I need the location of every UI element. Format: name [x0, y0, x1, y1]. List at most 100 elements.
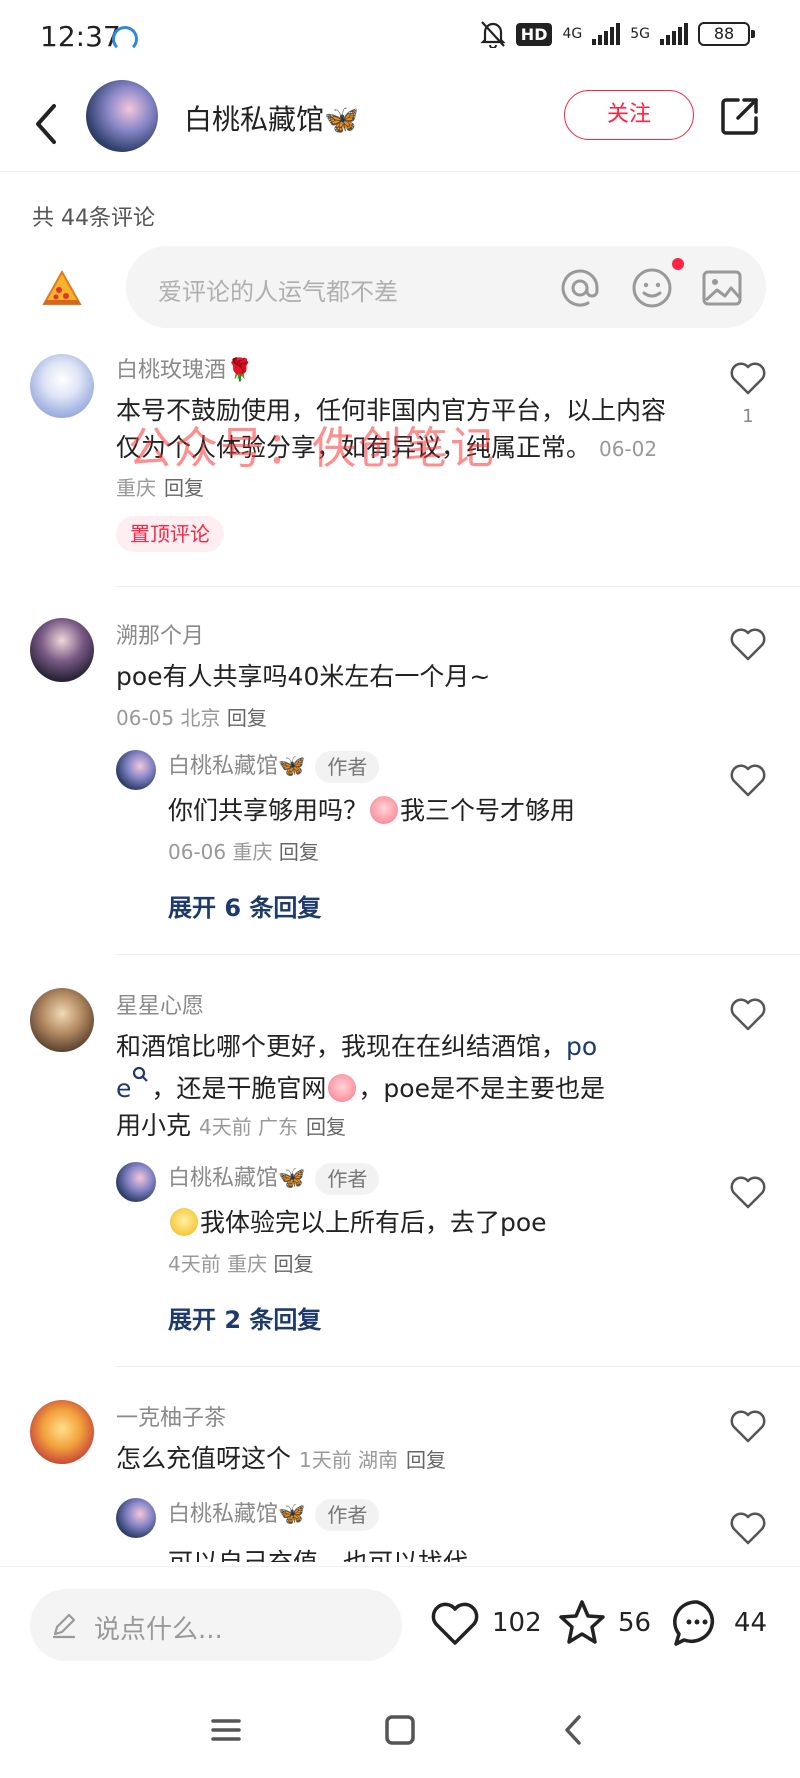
hd-badge: HD — [515, 22, 553, 46]
commenter-name[interactable]: 星星心愿 — [116, 988, 204, 1020]
notification-dot — [672, 258, 684, 270]
comment-text[interactable]: 怎么充值呀这个 1天前 湖南 回复 — [116, 1440, 682, 1479]
commenter-avatar[interactable] — [30, 988, 94, 1052]
author-avatar[interactable] — [86, 80, 158, 152]
status-bar: 12:37 HD 4G 5G 88 — [0, 0, 800, 76]
app-notification-icon — [112, 26, 138, 52]
reply-link[interactable]: 回复 — [227, 706, 267, 730]
reply-user[interactable]: 白桃私藏馆🦋 作者 — [168, 1160, 380, 1195]
reply-text[interactable]: 我体验完以上所有后，去了poe — [168, 1204, 688, 1241]
share-icon[interactable] — [718, 94, 762, 138]
collect-button[interactable]: 56 — [556, 1593, 651, 1653]
comment-text[interactable]: 本号不鼓励使用，任何非国内官方平台，以上内容仅为个人体验分享，如有异议，纯属正常… — [116, 392, 682, 507]
reply-text[interactable]: 你们共享够用吗？ 我三个号才够用 — [168, 792, 688, 829]
bottom-action-bar: 说点什么... 102 56 44 — [0, 1566, 800, 1682]
reply-link[interactable]: 回复 — [306, 1115, 346, 1139]
reply-text-part1: 你们共享够用吗？ — [168, 796, 369, 825]
comment-text[interactable]: poe有人共享吗40米左右一个月~ — [116, 658, 682, 695]
pinned-comment-tag: 置顶评论 — [116, 516, 224, 552]
author-name[interactable]: 白桃私藏馆🦋 — [184, 98, 359, 138]
comment-body: 本号不鼓励使用，任何非国内官方平台，以上内容仅为个人体验分享，如有异议，纯属正常… — [116, 396, 667, 462]
like-heart-icon[interactable] — [728, 1172, 768, 1212]
reply-link[interactable]: 回复 — [273, 1252, 313, 1276]
reply-avatar[interactable] — [116, 1498, 156, 1538]
author-tag: 作者 — [315, 1499, 380, 1531]
follow-button[interactable]: 关注 — [564, 90, 694, 140]
comment-input-placeholder: 爱评论的人运气都不差 — [158, 278, 398, 306]
reply-link[interactable]: 回复 — [406, 1448, 446, 1472]
menu-icon[interactable] — [208, 1712, 244, 1748]
comment-body: 怎么充值呀这个 — [116, 1444, 292, 1473]
network-4g: 4G — [562, 26, 583, 42]
network-5g: 5G — [630, 26, 650, 42]
signal-icon-2 — [660, 23, 688, 45]
commenter-name[interactable]: 溯那个月 — [116, 618, 204, 650]
reply-text[interactable]: 可以自己充值，也可以找代 — [168, 1544, 688, 1562]
author-tag: 作者 — [315, 751, 380, 783]
comment-bubble-icon — [673, 1600, 715, 1646]
comment-count-bottom: 44 — [734, 1608, 768, 1638]
like-heart-icon[interactable] — [728, 760, 768, 800]
status-icons: HD 4G 5G 88 — [480, 20, 755, 48]
reply-link[interactable]: 回复 — [164, 476, 204, 500]
reply-user[interactable]: 白桃私藏馆🦋 作者 — [168, 1496, 380, 1531]
divider — [116, 586, 800, 587]
smile-emoji-icon — [170, 1208, 198, 1236]
emoji-icon[interactable] — [630, 266, 674, 310]
star-icon — [559, 1600, 605, 1644]
comment-count: 共 44条评论 — [32, 206, 155, 231]
reply-user-name: 白桃私藏馆🦋 — [168, 1502, 306, 1527]
comment-meta: 1天前 湖南 — [298, 1448, 399, 1472]
reply-user-name: 白桃私藏馆🦋 — [168, 1166, 306, 1191]
comment-button[interactable]: 44 — [670, 1593, 767, 1653]
system-nav-bar — [0, 1682, 800, 1778]
signal-icon — [592, 23, 621, 45]
like-button[interactable]: 102 — [428, 1593, 542, 1653]
status-time: 12:37 — [40, 20, 121, 53]
reply-text-body: 我体验完以上所有后，去了poe — [200, 1208, 547, 1237]
pencil-icon — [52, 1613, 76, 1639]
reply-link[interactable]: 回复 — [279, 840, 319, 864]
divider — [116, 1366, 800, 1367]
reply-meta: 4天前 重庆 回复 — [168, 1248, 313, 1277]
heart-icon — [431, 1602, 479, 1645]
like-heart-icon[interactable] — [728, 1508, 768, 1548]
like-heart-icon[interactable] — [728, 1406, 768, 1446]
crying-emoji-icon — [370, 796, 399, 824]
search-link-icon[interactable] — [131, 1065, 151, 1085]
bottom-comment-input[interactable]: 说点什么... — [30, 1589, 402, 1661]
commenter-name[interactable]: 一克柚子茶 — [116, 1400, 226, 1432]
commenter-avatar[interactable] — [30, 354, 94, 418]
like-heart-icon[interactable] — [728, 358, 768, 398]
reply-avatar[interactable] — [116, 1162, 156, 1202]
pizza-icon — [42, 269, 82, 305]
like-heart-icon[interactable] — [728, 994, 768, 1034]
comment-input[interactable]: 爱评论的人运气都不差 — [126, 246, 766, 328]
expand-replies-link[interactable]: 展开 2 条回复 — [168, 1300, 321, 1335]
reply-avatar[interactable] — [116, 750, 156, 790]
bottom-input-placeholder: 说点什么... — [94, 1615, 223, 1645]
commenter-avatar[interactable] — [30, 618, 94, 682]
reply-user[interactable]: 白桃私藏馆🦋 作者 — [168, 748, 380, 783]
back-icon[interactable] — [26, 96, 66, 152]
poe-link-cont[interactable]: e — [116, 1074, 131, 1103]
back-nav-icon[interactable] — [556, 1712, 592, 1748]
reply-meta: 06-06 重庆 回复 — [168, 836, 319, 865]
like-heart-icon[interactable] — [728, 624, 768, 664]
poe-link[interactable]: po — [566, 1032, 597, 1061]
comment-text-part2: ，还是干脆官网 — [151, 1074, 327, 1103]
image-icon[interactable] — [700, 266, 744, 310]
expand-replies-link[interactable]: 展开 6 条回复 — [168, 888, 321, 923]
comment-text[interactable]: 和酒馆比哪个更好，我现在在纠结酒馆，po e ，还是干脆官网 ，poe是不是主要也是用… — [116, 1028, 682, 1146]
comment-meta: 06-05 北京 回复 — [116, 702, 267, 731]
mention-icon[interactable] — [558, 266, 602, 310]
crying-emoji-icon — [328, 1074, 357, 1102]
like-count: 102 — [492, 1608, 542, 1638]
commenter-avatar[interactable] — [30, 1400, 94, 1464]
reply-meta-text: 4天前 重庆 — [168, 1252, 268, 1276]
comment-text-part1: 和酒馆比哪个更好，我现在在纠结酒馆， — [116, 1032, 567, 1061]
commenter-name[interactable]: 白桃玫瑰酒🌹 — [116, 352, 253, 384]
author-tag: 作者 — [315, 1163, 380, 1195]
collect-count: 56 — [618, 1608, 652, 1638]
home-icon[interactable] — [382, 1712, 418, 1748]
